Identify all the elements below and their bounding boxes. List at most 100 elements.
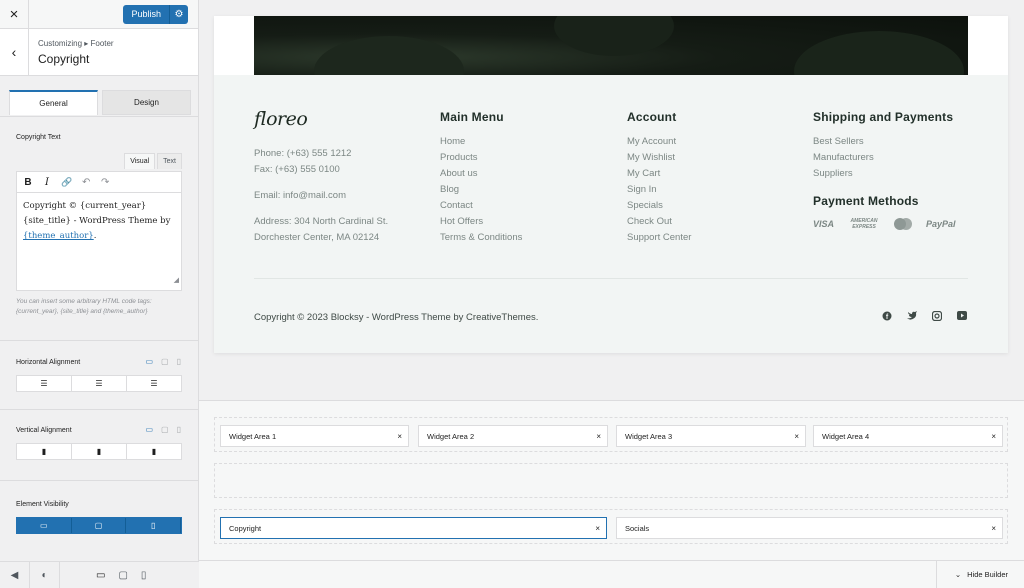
footer-contact-column: floreo Phone: (+63) 555 1212 Fax: (+63) …: [254, 108, 388, 246]
editor-visual-tab[interactable]: Visual: [124, 153, 156, 169]
visibility-desktop-icon[interactable]: ▭: [17, 518, 72, 533]
editor-line-1: Copyright © {current_year}: [23, 201, 147, 211]
tab-divider: [0, 116, 199, 117]
tablet-icon[interactable]: ▢: [161, 425, 169, 434]
widget-area-2-slot[interactable]: Widget Area 2 ×: [418, 425, 608, 447]
shipping-link[interactable]: Manufacturers: [813, 150, 956, 166]
align-center-icon[interactable]: ☰: [72, 376, 127, 391]
align-right-icon[interactable]: ☰: [127, 376, 181, 391]
editor-toolbar: B I 🔗 ↶ ↷: [16, 171, 182, 193]
tablet-icon[interactable]: ▢: [161, 357, 169, 366]
sidebar-topbar: × Publish ⚙: [0, 0, 198, 29]
page-title: Copyright: [38, 51, 90, 66]
theme-author-link[interactable]: {theme_author}: [23, 231, 94, 241]
slot-label: Widget Area 3: [625, 431, 673, 441]
account-link[interactable]: My Cart: [627, 166, 691, 182]
menu-link[interactable]: Products: [440, 150, 522, 166]
desktop-icon[interactable]: ▭: [145, 357, 153, 366]
editor-content[interactable]: Copyright © {current_year} {site_title} …: [16, 193, 182, 291]
menu-link[interactable]: Hot Offers: [440, 214, 522, 230]
account-link[interactable]: Sign In: [627, 182, 691, 198]
align-bottom-icon[interactable]: ▮: [127, 444, 181, 459]
remove-icon[interactable]: ×: [991, 432, 996, 441]
undo-icon[interactable]: ↶: [81, 177, 91, 188]
account-link[interactable]: Specials: [627, 198, 691, 214]
footer-copyright-text[interactable]: Copyright © 2023 Blocksy - WordPress The…: [254, 312, 538, 323]
editor-hint: You can insert some arbitrary HTML code …: [16, 298, 152, 315]
menu-link[interactable]: Terms & Conditions: [440, 230, 522, 246]
desktop-icon[interactable]: ▭: [145, 425, 153, 434]
shipping-link[interactable]: Best Sellers: [813, 134, 956, 150]
hero-strip: [214, 16, 1008, 75]
widget-area-1-slot[interactable]: Widget Area 1 ×: [220, 425, 409, 447]
account-link[interactable]: My Wishlist: [627, 150, 691, 166]
mobile-icon[interactable]: ▯: [177, 425, 181, 434]
align-middle-icon[interactable]: ▮: [72, 444, 127, 459]
menu-link[interactable]: About us: [440, 166, 522, 182]
element-visibility-label: Element Visibility: [16, 501, 69, 508]
remove-icon[interactable]: ×: [595, 524, 600, 533]
account-link[interactable]: My Account: [627, 134, 691, 150]
menu-link[interactable]: Home: [440, 134, 522, 150]
close-icon[interactable]: ×: [0, 0, 29, 29]
twitter-icon[interactable]: [905, 309, 918, 322]
publish-settings-gear-icon[interactable]: ⚙: [170, 9, 188, 20]
footer-shipping-column: Shipping and Payments Best Sellers Manuf…: [813, 110, 956, 230]
widget-area-4-slot[interactable]: Widget Area 4 ×: [813, 425, 1003, 447]
vertical-alignment-label: Vertical Alignment: [16, 427, 72, 434]
payment-cards: VISA AMERICAN EXPRESS PayPal: [813, 218, 956, 230]
preview-mobile-icon[interactable]: ▯: [141, 570, 147, 581]
tab-general[interactable]: General: [9, 90, 98, 115]
breadcrumb: Customizing ▸ Footer: [38, 38, 114, 48]
paypal-icon: PayPal: [926, 219, 956, 229]
publish-label[interactable]: Publish: [123, 4, 170, 24]
widget-area-3-slot[interactable]: Widget Area 3 ×: [616, 425, 806, 447]
remove-icon[interactable]: ×: [991, 524, 996, 533]
facebook-icon[interactable]: f: [880, 309, 893, 322]
resize-handle-icon[interactable]: ◢: [174, 273, 179, 288]
link-icon[interactable]: 🔗: [61, 177, 72, 188]
preview-desktop-icon[interactable]: ▭: [96, 570, 105, 581]
shipping-link[interactable]: Suppliers: [813, 166, 956, 182]
youtube-icon[interactable]: [955, 309, 968, 322]
site-preview: floreo Phone: (+63) 555 1212 Fax: (+63) …: [199, 0, 1024, 400]
preview-tablet-icon[interactable]: ▢: [118, 570, 127, 581]
collapse-sidebar-icon[interactable]: ◀: [0, 561, 30, 588]
instagram-icon[interactable]: [930, 309, 943, 322]
hide-builder-button[interactable]: ⌄ Hide Builder: [955, 570, 1008, 579]
back-chevron-icon[interactable]: ‹: [0, 28, 29, 76]
align-left-icon[interactable]: ☰: [17, 376, 72, 391]
vertical-alignment-devices: ▭ ▢ ▯: [145, 425, 181, 434]
italic-icon[interactable]: I: [42, 177, 52, 188]
payment-methods-title: Payment Methods: [813, 194, 919, 208]
hero-image: [254, 16, 968, 75]
horizontal-alignment-devices: ▭ ▢ ▯: [145, 357, 181, 366]
amex-icon: AMERICAN EXPRESS: [850, 218, 878, 230]
visibility-mobile-icon[interactable]: ▯: [126, 518, 182, 533]
editor-text-tab[interactable]: Text: [157, 153, 182, 169]
remove-icon[interactable]: ×: [596, 432, 601, 441]
slot-label: Widget Area 1: [229, 431, 277, 441]
remove-icon[interactable]: ×: [794, 432, 799, 441]
socials-slot[interactable]: Socials ×: [616, 517, 1003, 539]
mobile-icon[interactable]: ▯: [177, 357, 181, 366]
site-logo[interactable]: floreo: [254, 108, 388, 130]
dark-mode-icon[interactable]: ◐: [30, 561, 60, 588]
visibility-tablet-icon[interactable]: ▢: [72, 518, 127, 533]
align-top-icon[interactable]: ▮: [17, 444, 72, 459]
remove-icon[interactable]: ×: [397, 432, 402, 441]
account-link[interactable]: Support Center: [627, 230, 691, 246]
builder-row-middle-empty[interactable]: [214, 463, 1008, 498]
copyright-slot[interactable]: Copyright ×: [220, 517, 607, 539]
email-text: Email: info@mail.com: [254, 190, 346, 201]
editor-line-end: .: [93, 231, 97, 241]
bold-icon[interactable]: B: [23, 177, 33, 188]
menu-link[interactable]: Contact: [440, 198, 522, 214]
publish-button[interactable]: Publish ⚙: [123, 4, 188, 24]
menu-link[interactable]: Blog: [440, 182, 522, 198]
copyright-text-label: Copyright Text: [16, 134, 61, 141]
section-header: ‹ Customizing ▸ Footer Copyright: [0, 28, 198, 76]
tab-design[interactable]: Design: [102, 90, 191, 115]
account-link[interactable]: Check Out: [627, 214, 691, 230]
redo-icon[interactable]: ↷: [100, 177, 110, 188]
